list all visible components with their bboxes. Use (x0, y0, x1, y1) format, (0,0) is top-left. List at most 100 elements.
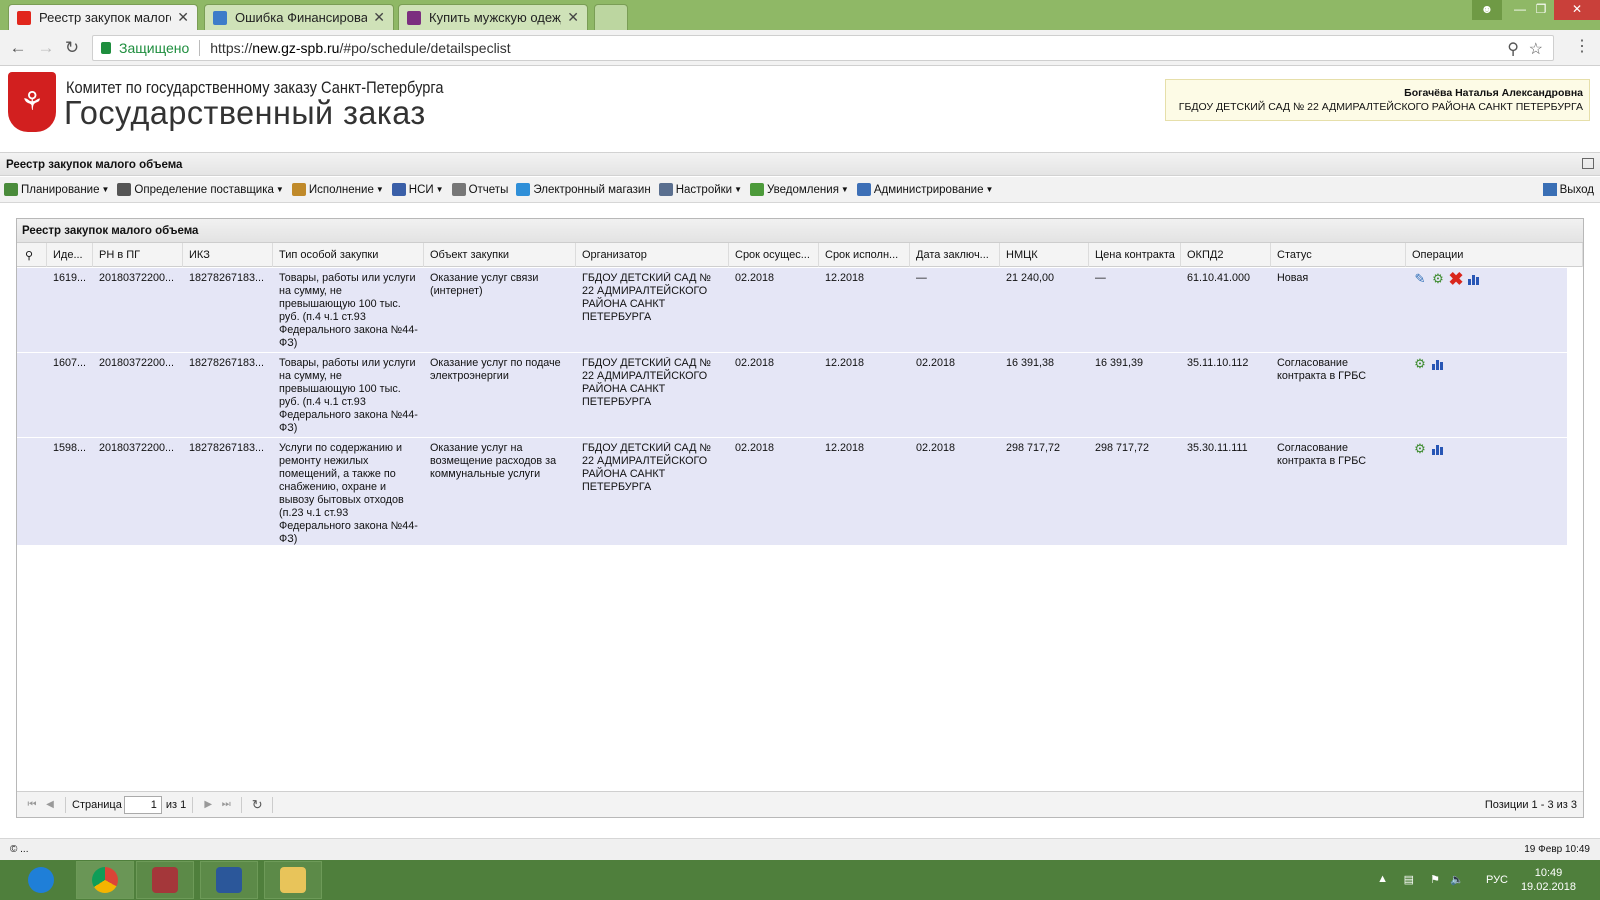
page-number-input[interactable]: 1 (123, 795, 162, 814)
column-header[interactable]: Цена контракта (1089, 243, 1181, 267)
ie-taskbar-button[interactable] (12, 861, 70, 899)
word-taskbar-button[interactable] (200, 861, 258, 899)
menu-item-label: Уведомления (767, 183, 839, 196)
first-page-icon[interactable]: ⏮ (23, 799, 41, 810)
profile-icon[interactable]: ☻ (1472, 0, 1502, 20)
column-header[interactable]: ИКЗ (183, 243, 273, 267)
chrome-taskbar-button[interactable] (76, 861, 134, 899)
tray-expand-icon[interactable]: ▲ (1377, 873, 1388, 885)
internet-explorer-icon (28, 867, 54, 893)
logout-button[interactable]: Выход (1542, 183, 1594, 196)
column-header[interactable]: РН в ПГ (93, 243, 183, 267)
new-tab-button[interactable] (594, 4, 628, 30)
table-row[interactable]: 1607... 20180372200... 18278267183... Товар… (17, 353, 1567, 438)
history-chart-icon[interactable] (1430, 356, 1446, 372)
browser-menu-icon[interactable]: ⋮ (1574, 36, 1590, 56)
dropdown-caret-icon: ▼ (840, 185, 849, 194)
column-header[interactable]: НМЦК (1000, 243, 1089, 267)
cell-period: 02.2018 (735, 272, 775, 284)
menu-item[interactable]: Администрирование ▼ (856, 183, 993, 196)
column-header[interactable]: Операции (1406, 243, 1583, 267)
table-row[interactable]: 1619... 20180372200... 18278267183... Товар… (17, 268, 1567, 353)
collapse-panel-icon[interactable] (1582, 158, 1594, 169)
main-menu: Планирование ▼ Определение поставщика ▼ Испо… (0, 177, 1600, 203)
refresh-icon[interactable]: ↻ (248, 797, 266, 813)
history-chart-icon[interactable] (1430, 441, 1446, 457)
cell-price: 16 391,39 (1095, 357, 1144, 369)
back-arrow-icon[interactable]: ← (8, 38, 28, 58)
system-tray: ▲ ▤ ⚑ 🔈 РУС 10:49 19.02.2018 (1360, 860, 1600, 900)
bookmark-star-icon[interactable]: ☆ (1529, 39, 1543, 59)
language-indicator[interactable]: РУС (1486, 874, 1508, 886)
cell-okpd: 35.11.10.112 (1187, 357, 1249, 369)
address-bar[interactable]: Защищено https://new.gz-spb.ru/#po/sched… (92, 35, 1554, 61)
close-window-button[interactable]: ✕ (1554, 0, 1600, 20)
menu-item[interactable]: Отчеты (451, 183, 508, 196)
reload-icon[interactable]: ↻ (62, 38, 82, 58)
edit-pencil-icon[interactable]: ✎ (1412, 271, 1428, 287)
cell-nmck: 21 240,00 (1006, 272, 1055, 284)
column-header[interactable]: ОКПД2 (1181, 243, 1271, 267)
column-header[interactable]: Срок осущес... (729, 243, 819, 267)
close-tab-icon[interactable]: ✕ (373, 9, 385, 26)
taskbar-clock[interactable]: 10:49 19.02.2018 (1521, 866, 1576, 894)
column-header[interactable]: Дата заключ... (910, 243, 1000, 267)
delete-icon[interactable]: ✖ (1448, 269, 1464, 289)
history-chart-icon[interactable] (1466, 271, 1482, 287)
flag-icon[interactable]: ⚑ (1430, 873, 1440, 886)
approve-gear-icon[interactable]: ⚙ (1412, 356, 1428, 372)
column-header[interactable]: Организатор (576, 243, 729, 267)
cell-exec: 12.2018 (825, 442, 865, 454)
wrench-icon (658, 183, 673, 196)
menu-item[interactable]: Определение поставщика ▼ (117, 183, 284, 196)
cell-nmck: 16 391,38 (1006, 357, 1055, 369)
org-name-line2: Государственный заказ (64, 94, 426, 131)
access-taskbar-button[interactable] (136, 861, 194, 899)
menu-item[interactable]: Исполнение ▼ (291, 183, 384, 196)
row-operations: ⚙ (1412, 441, 1446, 457)
spb-coat-of-arms-logo: ⚘ (8, 72, 56, 132)
lock-icon (101, 42, 111, 54)
cell-rn: 20180372200... (99, 442, 175, 454)
next-page-icon[interactable]: ▶ (199, 799, 217, 810)
network-icon[interactable]: ▤ (1404, 873, 1414, 886)
cell-okpd: 35.30.11.111 (1187, 442, 1248, 454)
browser-tab[interactable]: Купить мужскую одежду ✕ (398, 4, 588, 30)
menu-item[interactable]: Настройки ▼ (658, 183, 742, 196)
close-tab-icon[interactable]: ✕ (567, 9, 579, 26)
key-icon[interactable]: ⚲ (1507, 39, 1519, 59)
menu-item[interactable]: НСИ ▼ (391, 183, 444, 196)
close-tab-icon[interactable]: ✕ (177, 9, 189, 26)
volume-icon[interactable]: 🔈 (1450, 873, 1464, 886)
pager-separator (192, 796, 194, 813)
table-row[interactable]: 1598... 20180372200... 18278267183... Услуг… (17, 438, 1567, 546)
grid-header: ⚲ Иде... РН в ПГ ИКЗ Тип особой закупки Объе… (17, 243, 1583, 267)
forward-arrow-icon[interactable]: → (36, 38, 56, 58)
notification-icon (750, 183, 765, 196)
last-page-icon[interactable]: ⏭ (217, 799, 235, 810)
column-header[interactable]: Объект закупки (424, 243, 576, 267)
row-operations: ✎ ⚙ ✖ (1412, 269, 1482, 289)
column-header[interactable]: Статус (1271, 243, 1406, 267)
approve-gear-icon[interactable]: ⚙ (1412, 441, 1428, 457)
prev-page-icon[interactable]: ◀ (41, 799, 59, 810)
pager-separator (241, 796, 243, 813)
menu-item[interactable]: Планирование ▼ (4, 183, 109, 196)
cell-period: 02.2018 (735, 442, 775, 454)
filter-column-icon[interactable]: ⚲ (17, 243, 47, 267)
footer-datetime: 19 Февр 10:49 (1524, 844, 1590, 855)
menu-item[interactable]: Уведомления ▼ (750, 183, 849, 196)
column-header[interactable]: Иде... (47, 243, 93, 267)
cell-type: Услуги по содержанию и ремонту нежилых п… (279, 442, 418, 545)
approve-gear-icon[interactable]: ⚙ (1430, 271, 1446, 287)
explorer-taskbar-button[interactable] (264, 861, 322, 899)
column-header[interactable]: Тип особой закупки (273, 243, 424, 267)
menu-item[interactable]: Электронный магазин (516, 183, 651, 196)
cell-type: Товары, работы или услуги на сумму, не п… (279, 357, 418, 434)
browser-tab[interactable]: Ошибка Финансирования ✕ (204, 4, 394, 30)
restore-button[interactable]: ❐ (1526, 0, 1556, 20)
url-host: new.gz-spb.ru (252, 40, 340, 56)
windows-taskbar: ▲ ▤ ⚑ 🔈 РУС 10:49 19.02.2018 (0, 860, 1600, 900)
browser-tab[interactable]: Реестр закупок малого объема ✕ (8, 4, 198, 30)
column-header[interactable]: Срок исполн... (819, 243, 910, 267)
